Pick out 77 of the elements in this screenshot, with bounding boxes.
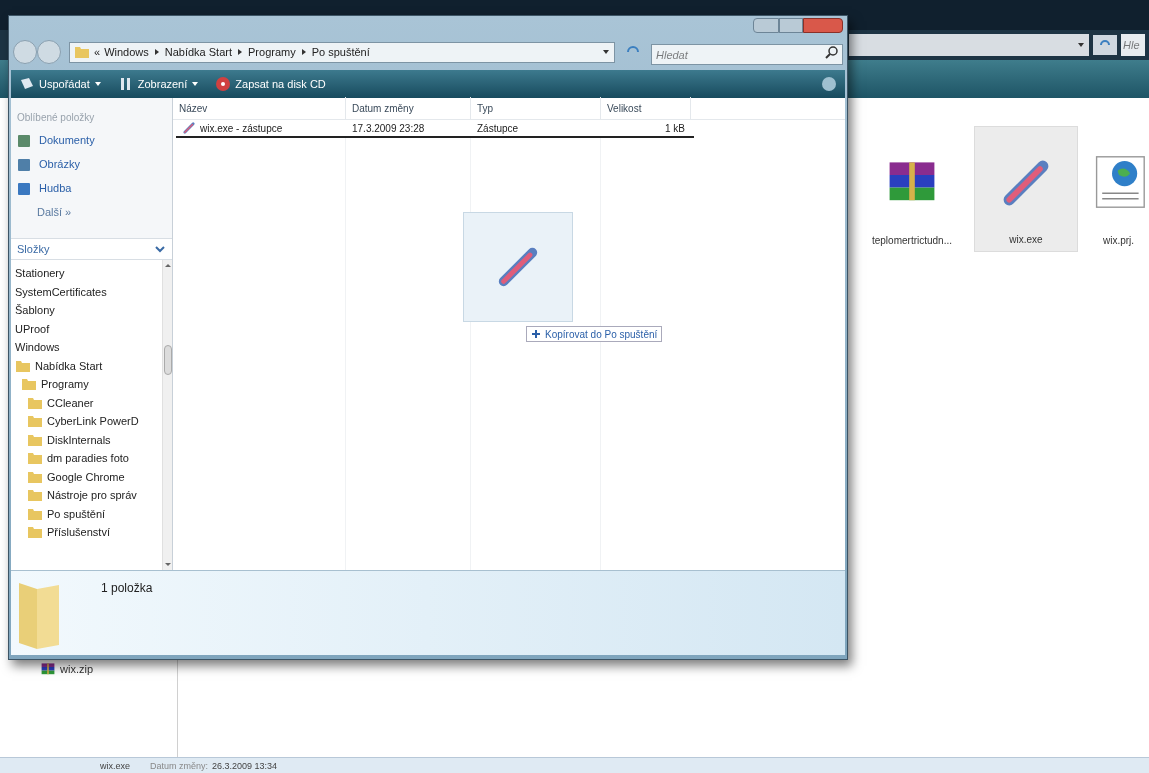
- column-header[interactable]: Název: [173, 97, 346, 119]
- table-cell-text: wix.exe - zástupce: [200, 121, 283, 136]
- status-file-name: wix.exe: [100, 759, 130, 773]
- table-cell-text: 17.3.2009 23:28: [352, 121, 425, 136]
- file-name: wix.prj.: [1102, 234, 1135, 248]
- maximize-button[interactable]: [779, 18, 803, 33]
- toolbar-button[interactable]: Uspořádat: [19, 75, 102, 93]
- disc-icon: [215, 76, 232, 92]
- toolbar-button[interactable]: Zobrazení: [117, 75, 200, 93]
- breadcrumb-item[interactable]: Po spuštění: [311, 43, 370, 61]
- column-header[interactable]: Datum změny: [346, 97, 471, 119]
- folder-tree-item[interactable]: Google Chrome: [47, 468, 125, 485]
- chevron-icon[interactable]: [154, 243, 166, 255]
- folder-tree-item[interactable]: Nástroje pro správ: [47, 487, 137, 504]
- back-button[interactable]: [13, 40, 37, 64]
- breadcrumb-arrow-icon: [236, 48, 244, 56]
- minimize-button[interactable]: [753, 18, 779, 33]
- breadcrumb-arrow-icon: [152, 48, 161, 56]
- close-button[interactable]: [803, 18, 843, 33]
- favorite-link[interactable]: Obrázky: [17, 156, 166, 173]
- folder-tree-item[interactable]: CyberLink PowerD: [47, 413, 139, 430]
- folder-tree-item[interactable]: Windows: [15, 339, 60, 356]
- shortcut-icon: [182, 121, 196, 135]
- folder-icon: [27, 450, 43, 467]
- refresh-icon[interactable]: [1093, 35, 1117, 55]
- forward-button[interactable]: [37, 40, 61, 64]
- folder-tree-item[interactable]: DiskInternals: [47, 431, 111, 448]
- folder-tree-item[interactable]: SystemCertificates: [15, 283, 107, 300]
- folder-tree-item[interactable]: dm paradies foto: [47, 450, 129, 467]
- search-field[interactable]: Hle: [1121, 34, 1145, 56]
- panel-heading: Složky: [17, 241, 50, 257]
- folder-tree-item[interactable]: Nabídka Start: [35, 357, 103, 374]
- tooltip-text: Kopírovat do Po spuštění: [545, 327, 658, 342]
- item-count: 1 položka: [101, 580, 153, 597]
- archive-icon: [40, 660, 56, 677]
- status-date-label: Datum změny:: [150, 759, 209, 773]
- status-date: 26.3.2009 13:34: [212, 759, 278, 773]
- folder-icon: [27, 487, 43, 504]
- plus-icon: [531, 329, 541, 339]
- folder-tree-item[interactable]: CCleaner: [47, 394, 94, 411]
- file-row[interactable]: wix.exe - zástupce 17.3.2009 23:28 Zástupce 1 kB: [176, 120, 694, 138]
- file-tile[interactable]: teplomertrictudn...: [860, 126, 964, 252]
- address-bar[interactable]: [849, 34, 1089, 56]
- folder-tree-item[interactable]: Šablony: [15, 302, 55, 319]
- folder-tree-item[interactable]: UProof: [15, 320, 50, 337]
- search-field[interactable]: Hledat: [651, 44, 843, 65]
- caret-icon: [602, 48, 610, 56]
- folder-icon: [27, 413, 43, 430]
- favorite-link[interactable]: Dokumenty: [17, 132, 166, 149]
- address-bar[interactable]: « Windows Nabídka Start Programy Po spuštění: [69, 41, 615, 63]
- caret-icon: [1077, 41, 1085, 49]
- panel-heading: Oblíbené položky: [17, 111, 96, 125]
- column-header[interactable]: Velikost: [601, 97, 691, 119]
- breadcrumb-arrow-icon: [299, 48, 308, 56]
- folder-icon: [21, 376, 37, 393]
- column-header[interactable]: Typ: [471, 97, 601, 119]
- favorite-link[interactable]: Hudba: [17, 180, 166, 197]
- file-tile[interactable]: wix.exe: [974, 126, 1078, 252]
- scrollbar[interactable]: [162, 260, 172, 570]
- breadcrumb-overflow[interactable]: «: [94, 43, 101, 61]
- breadcrumb-item[interactable]: Nabídka Start: [164, 43, 232, 61]
- more-link[interactable]: Další »: [17, 204, 166, 221]
- breadcrumb-item[interactable]: Windows: [104, 43, 149, 61]
- file-name: teplomertrictudn...: [871, 234, 952, 248]
- folder-tree-item[interactable]: Stationery: [15, 265, 65, 282]
- table-cell-text: 1 kB: [665, 121, 685, 136]
- table-cell-text: Zástupce: [477, 121, 519, 136]
- file-name: wix.exe: [1009, 233, 1043, 247]
- toolbar-button[interactable]: Zapsat na disk CD: [215, 75, 326, 93]
- folder-tree-item[interactable]: Programy: [41, 376, 89, 393]
- file-tile[interactable]: wix.prj.: [1088, 126, 1149, 252]
- folder-icon: [27, 524, 43, 541]
- search-icon[interactable]: [825, 44, 839, 59]
- file-name[interactable]: wix.zip: [60, 660, 93, 677]
- folder-tree-item[interactable]: Příslušenství: [47, 524, 110, 541]
- breadcrumb-item[interactable]: Programy: [248, 43, 296, 61]
- folder-tree-item[interactable]: Po spuštění: [47, 505, 106, 522]
